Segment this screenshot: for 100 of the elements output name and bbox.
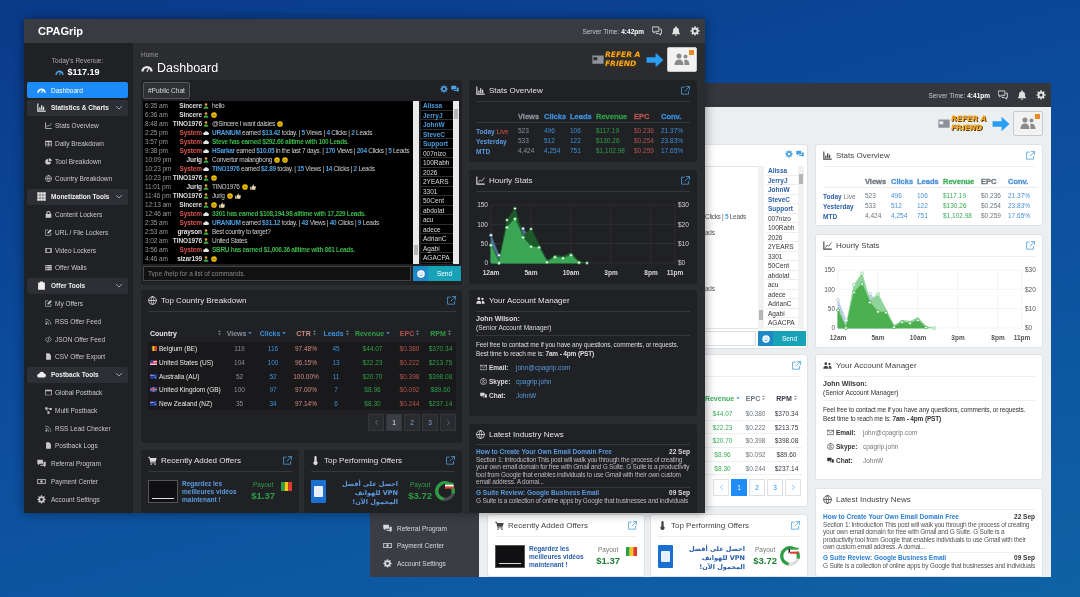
external-link-icon[interactable] xyxy=(283,456,292,465)
comments-icon xyxy=(827,456,834,464)
bar-chart-icon xyxy=(823,151,832,160)
sort-down-icon xyxy=(282,331,287,335)
chevron-right-icon xyxy=(446,420,450,426)
data-point xyxy=(553,255,557,260)
comments-icon xyxy=(383,523,392,533)
pie-chart-icon xyxy=(45,157,52,165)
file-icon xyxy=(45,442,52,450)
data-point xyxy=(513,217,517,221)
cloud-icon xyxy=(203,165,209,172)
data-point xyxy=(916,318,920,323)
skype-icon xyxy=(827,442,834,450)
bell-icon[interactable] xyxy=(1017,90,1027,100)
logo[interactable]: CPAGrip xyxy=(38,25,84,37)
emoji-icon xyxy=(276,120,283,127)
user-icon xyxy=(203,111,209,118)
sort-down-icon xyxy=(386,331,391,335)
flag-icon xyxy=(150,360,157,366)
data-point xyxy=(537,245,541,250)
film-icon xyxy=(45,246,52,254)
user-icon xyxy=(203,183,209,190)
data-point xyxy=(860,282,864,286)
gauge-icon xyxy=(141,64,153,72)
cart-icon xyxy=(148,456,157,465)
data-point xyxy=(932,326,936,330)
scrollbar[interactable] xyxy=(758,166,764,329)
data-point xyxy=(545,260,549,265)
video-thumbnail[interactable] xyxy=(148,480,178,503)
sort-down-icon xyxy=(736,396,741,400)
panel-title: Your Account Manager xyxy=(836,361,917,370)
data-point xyxy=(844,326,848,330)
external-link-icon[interactable] xyxy=(791,521,800,530)
bell-icon[interactable] xyxy=(671,26,681,36)
rss-icon xyxy=(45,317,52,325)
data-point xyxy=(908,321,912,326)
chevron-down-icon xyxy=(116,106,122,110)
list-icon xyxy=(45,264,52,272)
settings-icon[interactable] xyxy=(1036,90,1046,100)
external-link-icon[interactable] xyxy=(446,456,455,465)
cloud-icon xyxy=(203,246,209,253)
scrollbar[interactable] xyxy=(453,101,459,264)
emoji-button[interactable] xyxy=(413,266,428,281)
scrollbar[interactable] xyxy=(798,166,804,329)
banknote-icon xyxy=(37,477,46,487)
chat-icon[interactable] xyxy=(998,90,1008,100)
external-link-icon[interactable] xyxy=(628,521,637,530)
thermometer-icon xyxy=(311,456,320,465)
settings-icon[interactable] xyxy=(440,85,448,93)
external-link-icon[interactable] xyxy=(792,361,801,370)
external-link-icon[interactable] xyxy=(447,296,456,305)
comments-icon[interactable] xyxy=(796,150,804,158)
data-point xyxy=(836,308,840,313)
chevron-down-icon xyxy=(116,284,122,288)
bar-chart-icon xyxy=(37,103,46,113)
badge-icon xyxy=(1035,114,1040,119)
panel-title: Recently Added Offers xyxy=(161,456,241,465)
chevron-down-icon xyxy=(116,373,122,377)
user-icon xyxy=(203,174,209,181)
settings-icon xyxy=(37,494,46,504)
user-icon xyxy=(203,120,209,127)
line-chart-icon xyxy=(45,122,52,130)
emoji-icon xyxy=(226,192,233,199)
referral-button[interactable] xyxy=(1013,111,1043,136)
data-point xyxy=(900,320,904,325)
emoji-button[interactable] xyxy=(758,331,773,346)
external-link-icon[interactable] xyxy=(1026,151,1035,160)
chevron-down-icon xyxy=(116,195,122,199)
data-point xyxy=(489,243,493,248)
app-thumbnail[interactable] xyxy=(658,545,673,568)
user-icon xyxy=(203,102,209,109)
panel-title: Stats Overview xyxy=(836,151,890,160)
referral-button[interactable] xyxy=(667,47,697,72)
panel-title: Hourly Stats xyxy=(836,241,880,250)
scrollbar[interactable] xyxy=(413,101,419,264)
panel-title: Hourly Stats xyxy=(489,176,533,185)
arrow-right-icon xyxy=(992,115,1010,132)
users-icon xyxy=(823,361,832,370)
video-thumbnail[interactable] xyxy=(495,545,525,568)
user-icon xyxy=(203,228,209,235)
external-link-icon[interactable] xyxy=(1026,241,1035,250)
flag-icon xyxy=(626,547,637,556)
chevron-left-icon xyxy=(719,485,723,491)
data-point xyxy=(852,283,856,287)
comments-icon[interactable] xyxy=(451,85,459,93)
app-thumbnail[interactable] xyxy=(311,480,326,503)
ring-chart-icon xyxy=(780,546,800,566)
users-icon xyxy=(476,296,485,305)
emoji-icon xyxy=(416,269,425,278)
external-link-icon[interactable] xyxy=(681,176,690,185)
chat-icon[interactable] xyxy=(652,26,662,36)
email-icon xyxy=(827,428,834,436)
bar-chart-icon xyxy=(476,86,485,95)
external-link-icon[interactable] xyxy=(681,86,690,95)
users-icon xyxy=(1020,117,1036,130)
code-icon xyxy=(45,335,52,343)
line-chart-icon xyxy=(476,176,485,185)
settings-icon[interactable] xyxy=(690,26,700,36)
data-point xyxy=(529,227,533,231)
sort-icon xyxy=(345,330,349,336)
